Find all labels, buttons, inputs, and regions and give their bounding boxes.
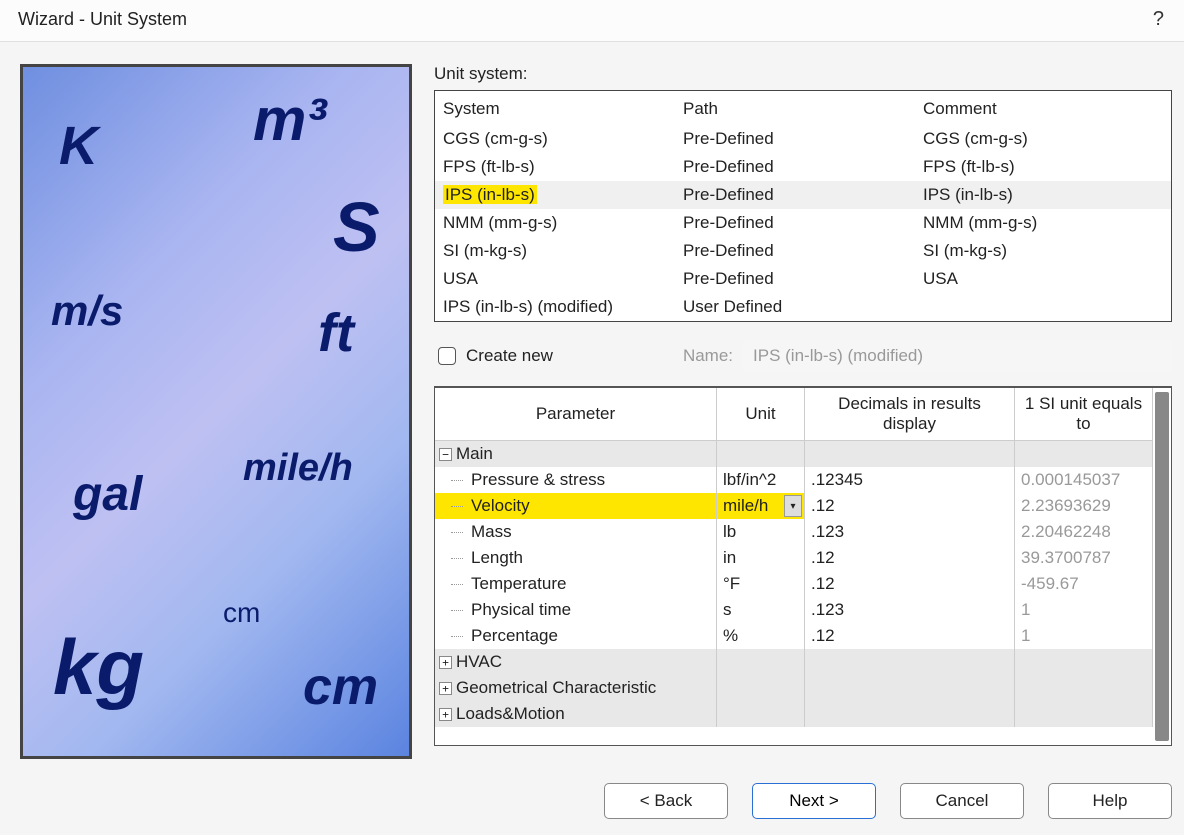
unit-label-ft: ft (318, 302, 354, 364)
unit-label-gal: gal (73, 467, 142, 522)
unit-system-row[interactable]: SI (m-kg-s)Pre-DefinedSI (m-kg-s) (435, 237, 1171, 265)
col-comment[interactable]: Comment (923, 99, 1161, 119)
parameter-row[interactable]: Pressure & stresslbf/in^2.123450.0001450… (435, 467, 1153, 493)
chevron-down-icon[interactable]: ▾ (784, 495, 802, 517)
create-new-checkbox[interactable] (438, 347, 456, 365)
name-label: Name: (683, 346, 733, 366)
parameters-header: Parameter Unit Decimals in results displ… (435, 388, 1153, 441)
unit-label-m3: m³ (253, 85, 326, 154)
unit-system-row[interactable]: CGS (cm-g-s)Pre-DefinedCGS (cm-g-s) (435, 125, 1171, 153)
cancel-button[interactable]: Cancel (900, 783, 1024, 819)
col-system[interactable]: System (443, 99, 683, 119)
expand-icon[interactable]: + (439, 708, 452, 721)
unit-label-kg: kg (53, 622, 144, 713)
parameter-row[interactable]: Temperature°F.12-459.67 (435, 571, 1153, 597)
parameter-row[interactable]: Lengthin.1239.3700787 (435, 545, 1153, 571)
unit-label-K: K (59, 115, 98, 177)
unit-system-row[interactable]: NMM (mm-g-s)Pre-DefinedNMM (mm-g-s) (435, 209, 1171, 237)
title-bar: Wizard - Unit System ? (0, 0, 1184, 42)
unit-label-ms: m/s (51, 287, 123, 335)
unit-label-S: S (333, 187, 380, 267)
col-unit[interactable]: Unit (717, 388, 805, 441)
wizard-footer: < Back Next > Cancel Help (0, 767, 1184, 819)
unit-system-row[interactable]: IPS (in-lb-s)Pre-DefinedIPS (in-lb-s) (435, 181, 1171, 209)
parameters-scrollbar[interactable] (1155, 392, 1169, 741)
parameter-row[interactable]: Percentage%.121 (435, 623, 1153, 649)
parameter-row[interactable]: Masslb.1232.20462248 (435, 519, 1153, 545)
col-path[interactable]: Path (683, 99, 923, 119)
expand-icon[interactable]: + (439, 682, 452, 695)
name-input[interactable] (743, 340, 1172, 372)
unit-system-header: System Path Comment (435, 91, 1171, 125)
param-group-row[interactable]: −Main (435, 441, 1153, 467)
col-si-equals[interactable]: 1 SI unit equals to (1015, 388, 1153, 441)
param-group-row[interactable]: +Geometrical Characteristic (435, 675, 1153, 701)
unit-system-table: System Path Comment CGS (cm-g-s)Pre-Defi… (434, 90, 1172, 322)
unit-system-label: Unit system: (434, 64, 1172, 84)
parameters-table: Parameter Unit Decimals in results displ… (434, 386, 1172, 746)
unit-label-cm: cm (303, 657, 378, 717)
unit-system-row[interactable]: FPS (ft-lb-s)Pre-DefinedFPS (ft-lb-s) (435, 153, 1171, 181)
unit-system-row[interactable]: USAPre-DefinedUSA (435, 265, 1171, 293)
param-group-row[interactable]: +Loads&Motion (435, 701, 1153, 727)
parameter-row[interactable]: Velocitymile/h▾.122.23693629 (435, 493, 1153, 519)
window-title: Wizard - Unit System (18, 9, 187, 30)
col-decimals[interactable]: Decimals in results display (805, 388, 1015, 441)
collapse-icon[interactable]: − (439, 448, 452, 461)
parameter-row[interactable]: Physical times.1231 (435, 597, 1153, 623)
ruler-cm-label: cm (223, 597, 260, 629)
back-button[interactable]: < Back (604, 783, 728, 819)
col-parameter[interactable]: Parameter (435, 388, 717, 441)
expand-icon[interactable]: + (439, 656, 452, 669)
help-button[interactable]: Help (1048, 783, 1172, 819)
unit-label-mileh: mile/h (243, 447, 353, 490)
unit-system-row[interactable]: IPS (in-lb-s) (modified)User Defined (435, 293, 1171, 321)
param-group-row[interactable]: +HVAC (435, 649, 1153, 675)
help-icon[interactable]: ? (1153, 8, 1164, 31)
wizard-illustration: K m³ m/s S ft gal mile/h kg cm cm (20, 64, 412, 759)
create-new-label: Create new (466, 346, 553, 366)
next-button[interactable]: Next > (752, 783, 876, 819)
